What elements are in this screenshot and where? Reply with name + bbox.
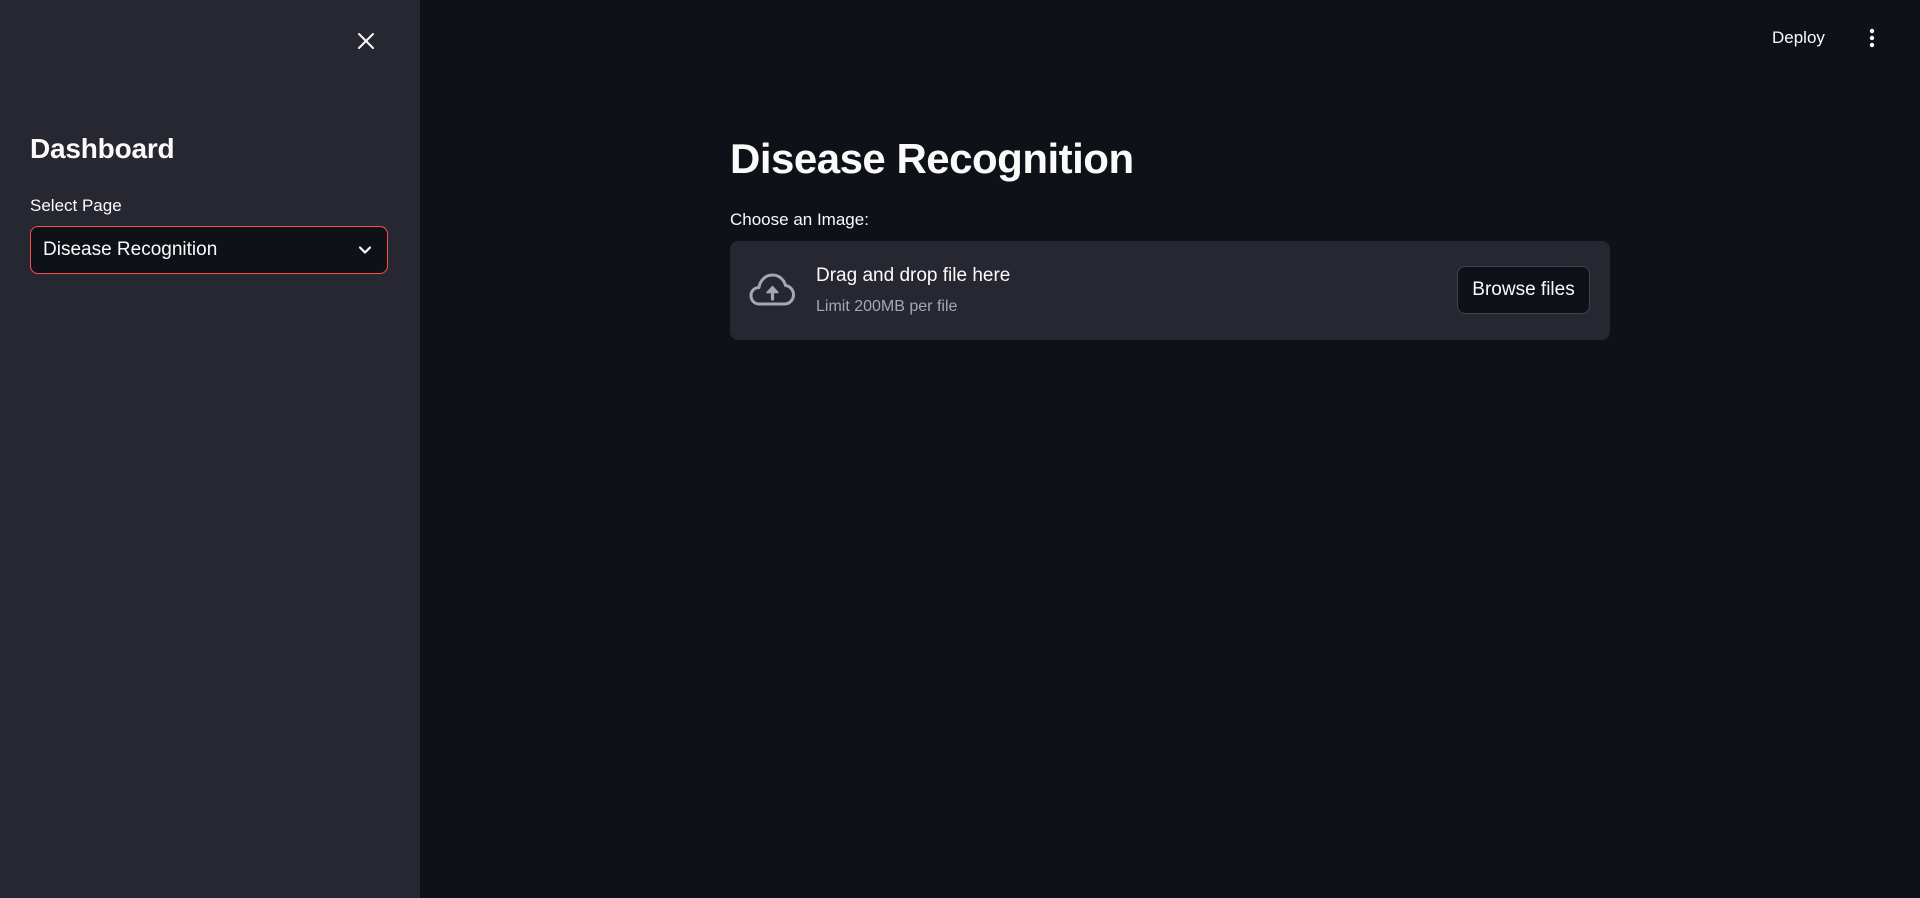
browse-files-button[interactable]: Browse files [1457,266,1590,314]
cloud-upload-icon [749,273,795,306]
sidebar-title: Dashboard [30,133,175,164]
chevron-down-icon [355,240,375,260]
dropzone-instructions: Drag and drop file here [816,265,1011,286]
sidebar: Dashboard Select Page Disease Recognitio… [0,0,420,898]
file-dropzone[interactable]: Drag and drop file here Limit 200MB per … [730,241,1610,340]
deploy-button[interactable]: Deploy [1772,24,1825,52]
vertical-dots-icon [1869,28,1875,48]
select-page-dropdown[interactable]: Disease Recognition [30,226,388,274]
main-menu-button[interactable] [1860,24,1884,52]
app-root: Dashboard Select Page Disease Recognitio… [0,0,1920,898]
select-page-label: Select Page [30,196,122,215]
file-uploader-label: Choose an Image: [730,210,869,229]
close-icon [358,33,374,49]
page-title: Disease Recognition [730,135,1134,182]
select-page-value: Disease Recognition [43,239,218,260]
dropzone-limit: Limit 200MB per file [816,298,958,315]
sidebar-close-button[interactable] [352,27,380,55]
